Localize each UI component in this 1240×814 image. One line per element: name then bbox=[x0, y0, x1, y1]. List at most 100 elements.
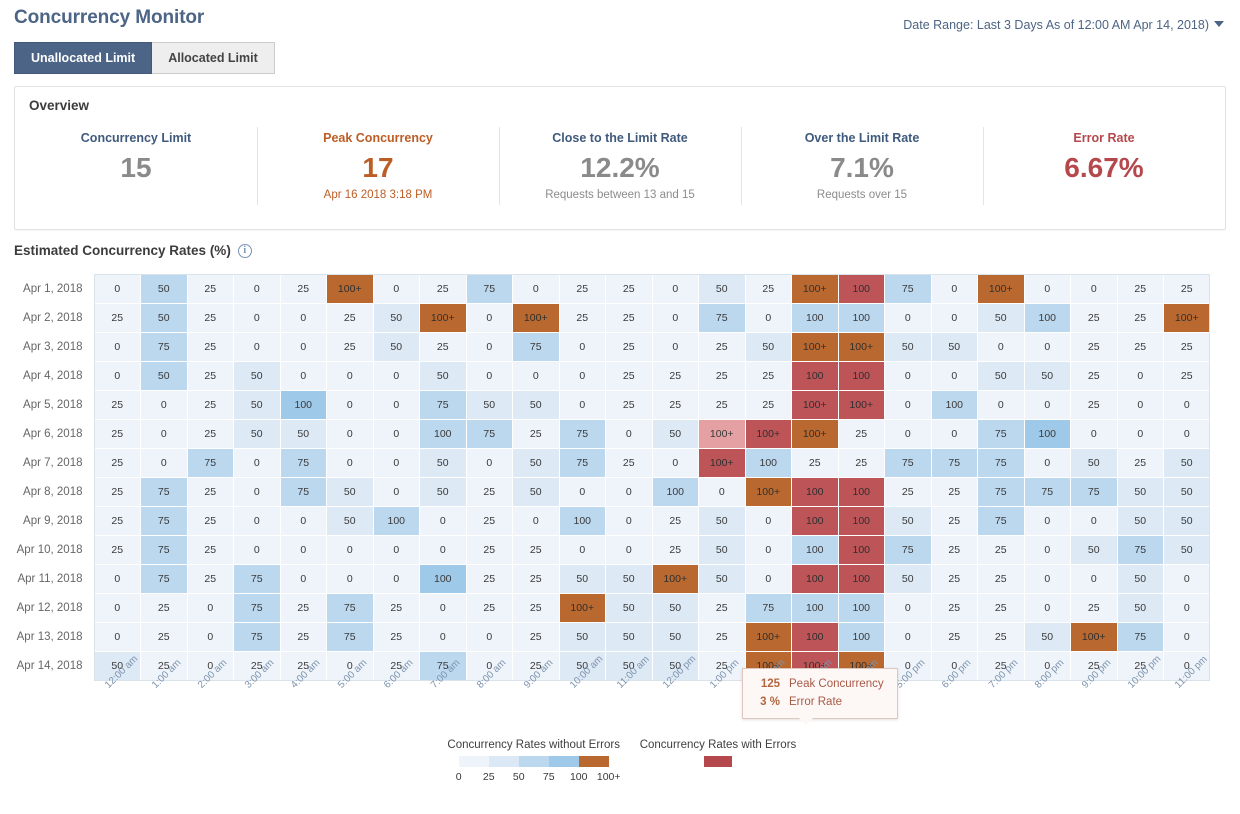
heatmap-cell[interactable]: 25 bbox=[512, 419, 560, 449]
heatmap-cell[interactable]: 50 bbox=[512, 390, 560, 420]
heatmap-cell[interactable]: 25 bbox=[651, 535, 699, 565]
heatmap-cell[interactable]: 100 bbox=[837, 303, 885, 333]
heatmap-cell[interactable]: 100+ bbox=[698, 419, 746, 449]
heatmap-cell[interactable]: 25 bbox=[977, 593, 1025, 623]
heatmap-cell[interactable]: 25 bbox=[465, 593, 513, 623]
heatmap-cell[interactable]: 50 bbox=[605, 622, 653, 652]
heatmap-cell[interactable]: 0 bbox=[140, 419, 188, 449]
heatmap-cell[interactable]: 25 bbox=[140, 622, 188, 652]
heatmap-cell[interactable]: 25 bbox=[140, 593, 188, 623]
heatmap-cell[interactable]: 0 bbox=[419, 593, 467, 623]
heatmap-cell[interactable]: 75 bbox=[140, 477, 188, 507]
heatmap-cell[interactable]: 0 bbox=[1070, 274, 1118, 304]
heatmap-cell[interactable]: 25 bbox=[465, 535, 513, 565]
heatmap-cell[interactable]: 0 bbox=[651, 332, 699, 362]
heatmap-cell[interactable]: 25 bbox=[186, 535, 234, 565]
heatmap-cell[interactable]: 25 bbox=[93, 390, 141, 420]
tab-unallocated-limit[interactable]: Unallocated Limit bbox=[14, 42, 153, 74]
heatmap-cell[interactable]: 75 bbox=[186, 448, 234, 478]
heatmap-cell[interactable]: 0 bbox=[512, 506, 560, 536]
heatmap-cell[interactable]: 25 bbox=[1116, 303, 1164, 333]
heatmap-cell[interactable]: 25 bbox=[605, 390, 653, 420]
heatmap-cell[interactable]: 75 bbox=[140, 506, 188, 536]
heatmap-cell[interactable]: 0 bbox=[651, 274, 699, 304]
heatmap-cell[interactable]: 100 bbox=[791, 564, 839, 594]
heatmap-cell[interactable]: 100 bbox=[744, 448, 792, 478]
heatmap-cell[interactable]: 0 bbox=[419, 535, 467, 565]
heatmap-cell[interactable]: 25 bbox=[698, 593, 746, 623]
heatmap-cell[interactable]: 0 bbox=[930, 419, 978, 449]
heatmap-cell[interactable]: 25 bbox=[744, 274, 792, 304]
heatmap-cell[interactable]: 0 bbox=[558, 535, 606, 565]
heatmap-cell[interactable]: 0 bbox=[279, 564, 327, 594]
heatmap-cell[interactable]: 50 bbox=[651, 593, 699, 623]
heatmap-cell[interactable]: 50 bbox=[233, 390, 281, 420]
heatmap-cell[interactable]: 25 bbox=[837, 419, 885, 449]
heatmap-cell[interactable]: 50 bbox=[884, 506, 932, 536]
heatmap-cell[interactable]: 25 bbox=[186, 303, 234, 333]
heatmap-cell[interactable]: 100 bbox=[372, 506, 420, 536]
heatmap-cell[interactable]: 25 bbox=[1070, 332, 1118, 362]
heatmap-cell[interactable]: 0 bbox=[465, 448, 513, 478]
heatmap-cell[interactable]: 100+ bbox=[1163, 303, 1211, 333]
heatmap-cell[interactable]: 50 bbox=[1116, 506, 1164, 536]
heatmap-cell[interactable]: 0 bbox=[884, 622, 932, 652]
heatmap-cell[interactable]: 50 bbox=[1070, 448, 1118, 478]
heatmap-cell[interactable]: 50 bbox=[1116, 593, 1164, 623]
heatmap-cell[interactable]: 50 bbox=[512, 448, 560, 478]
heatmap-cell[interactable]: 25 bbox=[1116, 274, 1164, 304]
heatmap-cell[interactable]: 50 bbox=[465, 390, 513, 420]
heatmap-cell[interactable]: 0 bbox=[419, 506, 467, 536]
heatmap-cell[interactable]: 75 bbox=[326, 622, 374, 652]
heatmap-cell[interactable]: 0 bbox=[93, 274, 141, 304]
heatmap-cell[interactable]: 75 bbox=[884, 448, 932, 478]
heatmap-cell[interactable]: 100+ bbox=[977, 274, 1025, 304]
heatmap-cell[interactable]: 0 bbox=[1023, 390, 1071, 420]
heatmap-cell[interactable]: 100 bbox=[1023, 419, 1071, 449]
heatmap-cell[interactable]: 75 bbox=[930, 448, 978, 478]
heatmap-cell[interactable]: 75 bbox=[419, 390, 467, 420]
heatmap-cell[interactable]: 25 bbox=[186, 506, 234, 536]
heatmap-cell[interactable]: 0 bbox=[93, 361, 141, 391]
heatmap-cell[interactable]: 0 bbox=[419, 622, 467, 652]
heatmap-cell[interactable]: 25 bbox=[419, 332, 467, 362]
heatmap-cell[interactable]: 75 bbox=[1116, 535, 1164, 565]
heatmap-cell[interactable]: 0 bbox=[372, 448, 420, 478]
heatmap-cell[interactable]: 25 bbox=[372, 622, 420, 652]
heatmap-cell[interactable]: 50 bbox=[605, 593, 653, 623]
heatmap-cell[interactable]: 25 bbox=[884, 477, 932, 507]
heatmap-cell[interactable]: 0 bbox=[186, 593, 234, 623]
heatmap-cell[interactable]: 75 bbox=[140, 535, 188, 565]
heatmap-cell[interactable]: 25 bbox=[651, 506, 699, 536]
heatmap-cell[interactable]: 0 bbox=[326, 419, 374, 449]
heatmap-cell[interactable]: 0 bbox=[233, 332, 281, 362]
heatmap-cell[interactable]: 75 bbox=[1116, 622, 1164, 652]
heatmap-cell[interactable]: 100 bbox=[837, 593, 885, 623]
heatmap-cell[interactable]: 25 bbox=[93, 448, 141, 478]
heatmap-cell[interactable]: 0 bbox=[930, 361, 978, 391]
heatmap-cell[interactable]: 0 bbox=[558, 332, 606, 362]
heatmap-cell[interactable]: 100+ bbox=[791, 274, 839, 304]
heatmap-cell[interactable]: 25 bbox=[698, 361, 746, 391]
heatmap-cell[interactable]: 50 bbox=[1116, 477, 1164, 507]
heatmap-cell[interactable]: 0 bbox=[1163, 390, 1211, 420]
heatmap-cell[interactable]: 25 bbox=[605, 448, 653, 478]
heatmap-cell[interactable]: 50 bbox=[977, 303, 1025, 333]
heatmap-cell[interactable]: 50 bbox=[372, 332, 420, 362]
heatmap-cell[interactable]: 75 bbox=[977, 419, 1025, 449]
heatmap-cell[interactable]: 25 bbox=[605, 303, 653, 333]
heatmap-cell[interactable]: 75 bbox=[884, 274, 932, 304]
heatmap-cell[interactable]: 50 bbox=[140, 361, 188, 391]
heatmap-cell[interactable]: 50 bbox=[698, 564, 746, 594]
heatmap-cell[interactable]: 100 bbox=[419, 419, 467, 449]
heatmap-cell[interactable]: 25 bbox=[698, 390, 746, 420]
date-range-selector[interactable]: Date Range: Last 3 Days As of 12:00 AM A… bbox=[903, 18, 1224, 32]
heatmap-cell[interactable]: 100+ bbox=[744, 622, 792, 652]
heatmap-cell[interactable]: 75 bbox=[558, 448, 606, 478]
heatmap-cell[interactable]: 25 bbox=[465, 477, 513, 507]
heatmap-cell[interactable]: 50 bbox=[233, 361, 281, 391]
heatmap-cell[interactable]: 0 bbox=[1116, 419, 1164, 449]
heatmap-cell[interactable]: 0 bbox=[558, 477, 606, 507]
heatmap-cell[interactable]: 0 bbox=[605, 506, 653, 536]
heatmap-cell[interactable]: 25 bbox=[837, 448, 885, 478]
